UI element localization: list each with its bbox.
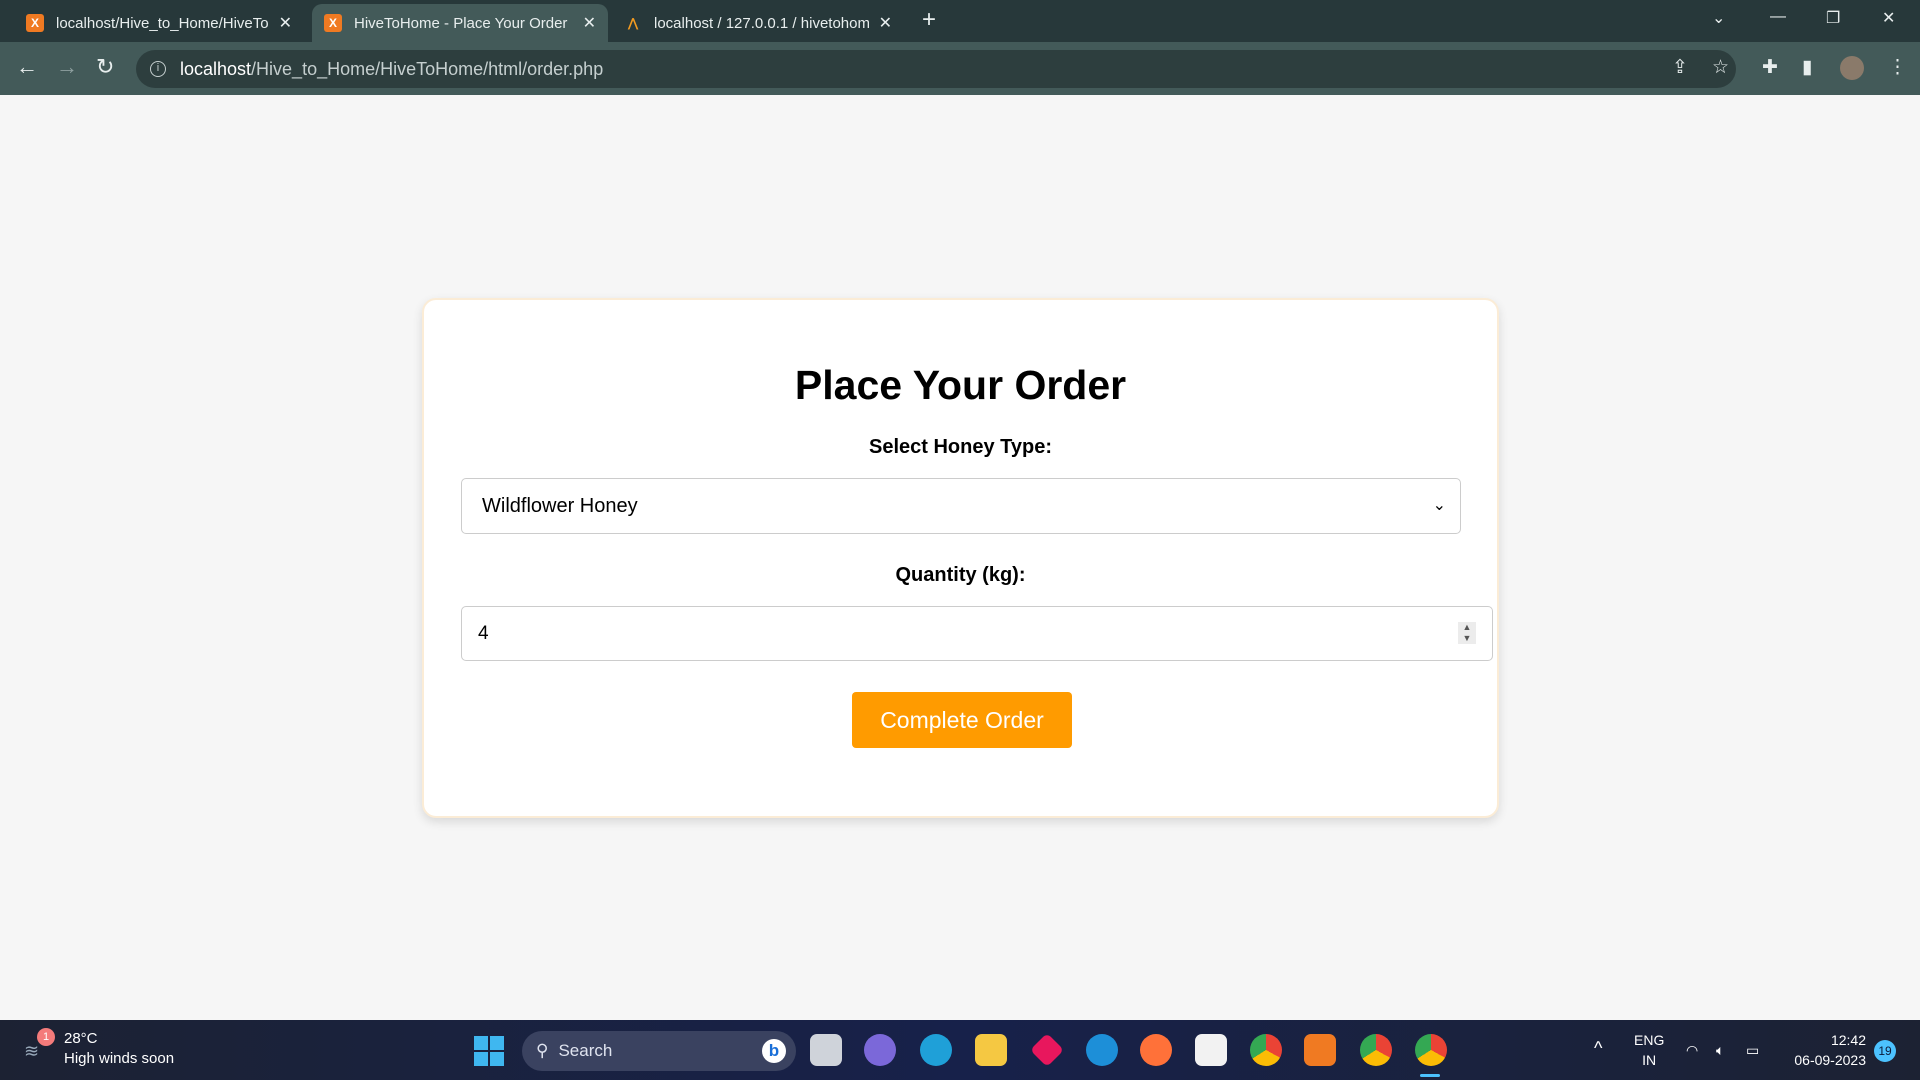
- wind-icon: ≋: [24, 1041, 40, 1061]
- tab-title: localhost/Hive_to_Home/HiveToHome: [56, 14, 269, 32]
- bookmark-star-icon[interactable]: ☆: [1712, 56, 1729, 79]
- anydesk-icon[interactable]: [1030, 1033, 1064, 1067]
- quantity-stepper[interactable]: ▲ ▼: [1458, 622, 1476, 644]
- url-path: /Hive_to_Home/HiveToHome/html/order.php: [251, 58, 604, 79]
- task-view-icon[interactable]: [810, 1034, 842, 1066]
- weather-badge: 1: [37, 1028, 55, 1046]
- xampp-icon: X: [324, 14, 342, 32]
- address-bar[interactable]: i localhost /Hive_to_Home/HiveToHome/htm…: [136, 50, 1736, 88]
- active-app-indicator: [1420, 1074, 1440, 1077]
- browser-toolbar: ← → ↻ i localhost /Hive_to_Home/HiveToHo…: [0, 42, 1920, 95]
- phpmyadmin-icon: ⋀: [628, 16, 638, 30]
- search-label: Search: [558, 1041, 613, 1060]
- notification-badge[interactable]: 19: [1874, 1040, 1896, 1062]
- clock[interactable]: 12:42 06-09-2023: [1784, 1030, 1866, 1070]
- wifi-icon[interactable]: ◠: [1686, 1040, 1698, 1060]
- new-tab-icon[interactable]: +: [922, 6, 936, 34]
- share-icon[interactable]: ⇪: [1672, 56, 1688, 79]
- region-label: IN: [1642, 1052, 1657, 1068]
- menu-icon[interactable]: ⋮: [1888, 56, 1907, 79]
- xampp-icon[interactable]: [1304, 1034, 1336, 1066]
- chevron-up-icon[interactable]: ^: [1594, 1038, 1602, 1058]
- tab-place-order[interactable]: X HiveToHome - Place Your Order ✕: [312, 4, 608, 42]
- battery-icon[interactable]: ▭: [1746, 1040, 1759, 1060]
- honey-type-value: Wildflower Honey: [482, 494, 638, 517]
- chrome-icon[interactable]: [1250, 1034, 1282, 1066]
- chrome-profile-icon[interactable]: [1360, 1034, 1392, 1066]
- site-info-icon[interactable]: i: [150, 61, 166, 77]
- close-window-icon[interactable]: ✕: [1882, 8, 1895, 28]
- page-title: Place Your Order: [794, 362, 1127, 408]
- tab-strip: X localhost/Hive_to_Home/HiveToHome ✕ X …: [0, 0, 1920, 42]
- reload-icon[interactable]: ↻: [96, 54, 114, 80]
- xampp-icon: X: [26, 14, 44, 32]
- close-tab-icon[interactable]: ✕: [879, 13, 892, 33]
- extensions-icon[interactable]: ✚: [1762, 56, 1778, 79]
- tab-title: HiveToHome - Place Your Order: [354, 14, 568, 32]
- taskbar: 1 ≋ 28°C High winds soon ⚲ Search b ^ EN…: [0, 1020, 1920, 1080]
- tab-hivetohome-home[interactable]: X localhost/Hive_to_Home/HiveToHome ✕: [14, 4, 304, 42]
- weather-temp: 28°C: [64, 1030, 98, 1047]
- minimize-icon[interactable]: —: [1770, 8, 1786, 26]
- close-tab-icon[interactable]: ✕: [279, 13, 292, 33]
- tab-search-icon[interactable]: ⌄: [1712, 8, 1725, 28]
- quantity-value: 4: [478, 622, 489, 644]
- search-icon: ⚲: [536, 1041, 549, 1060]
- restore-icon[interactable]: ❐: [1826, 8, 1840, 28]
- taskbar-search[interactable]: ⚲ Search b: [522, 1031, 796, 1071]
- chrome-active-icon[interactable]: [1415, 1034, 1447, 1066]
- profile-avatar[interactable]: [1840, 56, 1864, 80]
- microsoft-store-icon[interactable]: [1195, 1034, 1227, 1066]
- chevron-down-icon: ⌄: [1432, 497, 1446, 514]
- language-indicator[interactable]: ENG IN: [1634, 1030, 1664, 1070]
- time: 12:42: [1830, 1032, 1866, 1048]
- help-icon[interactable]: [1086, 1034, 1118, 1066]
- url-host: localhost: [180, 58, 252, 79]
- volume-icon[interactable]: 🔈︎: [1716, 1040, 1724, 1060]
- bing-icon[interactable]: b: [762, 1039, 786, 1063]
- side-panel-icon[interactable]: ▮: [1802, 56, 1812, 79]
- teams-chat-icon[interactable]: [864, 1034, 896, 1066]
- honey-type-label: Select Honey Type:: [868, 436, 1053, 458]
- lang-label: ENG: [1634, 1032, 1665, 1048]
- quantity-label: Quantity (kg):: [895, 564, 1026, 586]
- back-icon[interactable]: ←: [16, 54, 38, 80]
- quantity-input[interactable]: 4 ▲ ▼: [461, 606, 1493, 661]
- tab-title: localhost / 127.0.0.1 / hivetohome: [654, 14, 869, 32]
- weather-text: High winds soon: [64, 1050, 175, 1067]
- firefox-icon[interactable]: [1140, 1034, 1172, 1066]
- weather-widget[interactable]: 1 ≋ 28°C High winds soon: [24, 1028, 175, 1069]
- honey-type-select[interactable]: Wildflower Honey ⌄: [461, 478, 1461, 534]
- complete-order-button[interactable]: Complete Order: [852, 692, 1072, 748]
- forward-icon[interactable]: →: [56, 54, 78, 80]
- order-form-card: Place Your Order Select Honey Type: Wild…: [422, 298, 1499, 818]
- edge-icon[interactable]: [920, 1034, 952, 1066]
- close-tab-icon[interactable]: ✕: [583, 13, 596, 33]
- file-explorer-icon[interactable]: [975, 1034, 1007, 1066]
- date: 06-09-2023: [1794, 1052, 1866, 1068]
- start-icon[interactable]: [474, 1036, 504, 1066]
- tab-phpmyadmin[interactable]: ⋀ localhost / 127.0.0.1 / hivetohome ✕: [612, 4, 904, 42]
